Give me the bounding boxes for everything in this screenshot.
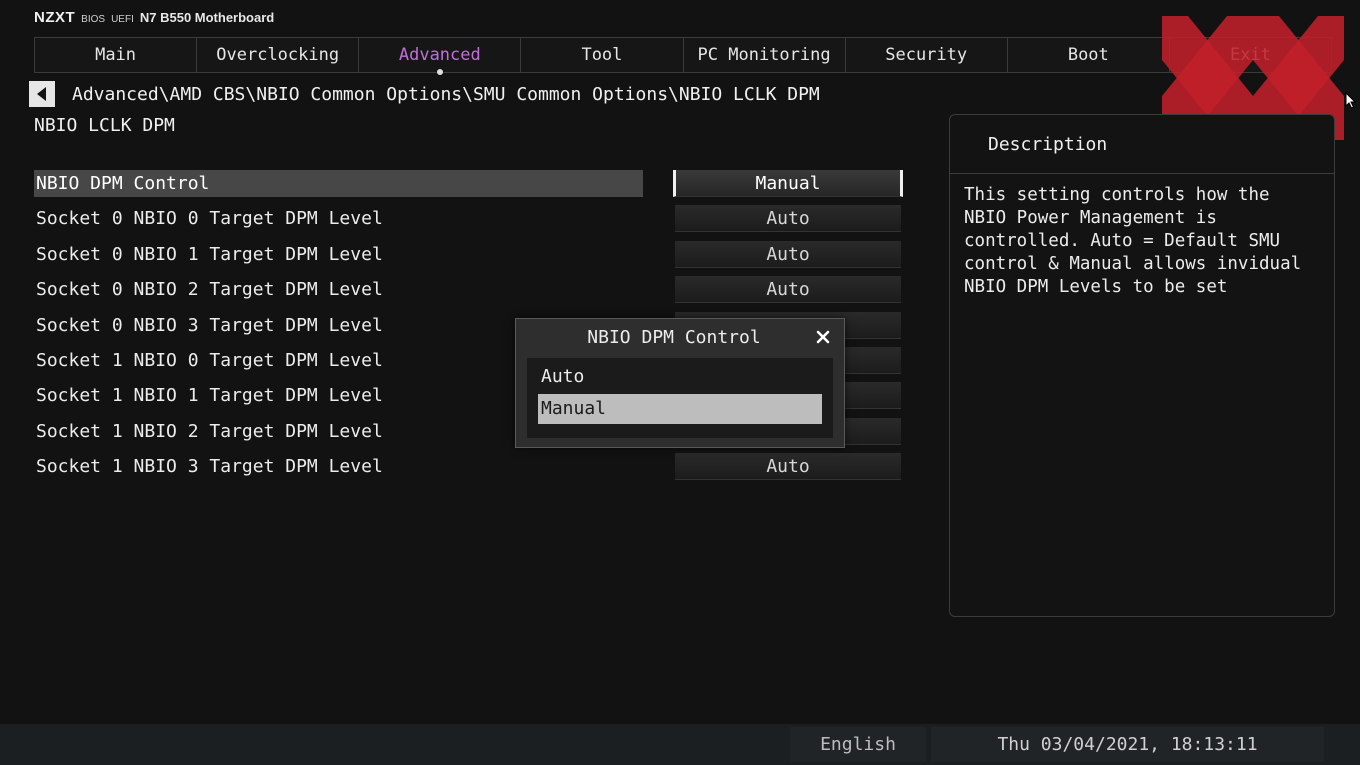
status-bar: English Thu 03/04/2021, 18:13:11 — [0, 724, 1360, 765]
description-title: Description — [950, 115, 1334, 174]
popup-option-manual[interactable]: Manual — [538, 394, 822, 424]
nzxt-logo: NZXT — [34, 9, 76, 26]
setting-value[interactable]: Auto — [675, 205, 901, 233]
bios-label: BIOS — [81, 14, 106, 25]
popup-title: NBIO DPM Control — [587, 327, 761, 348]
brand-header: NZXT BIOS UEFI N7 B550 Motherboard — [34, 9, 274, 29]
back-button[interactable] — [29, 81, 55, 107]
tab-exit[interactable]: Exit — [1170, 38, 1331, 72]
setting-row[interactable]: NBIO DPM Control Manual — [34, 170, 904, 205]
description-panel: Description This setting controls how th… — [949, 114, 1335, 617]
setting-row[interactable]: Socket 1 NBIO 3 Target DPM Level Auto — [34, 453, 904, 488]
main-tabs: Main Overclocking Advanced Tool PC Monit… — [34, 37, 1332, 75]
setting-row[interactable]: Socket 0 NBIO 1 Target DPM Level Auto — [34, 240, 904, 276]
tab-advanced[interactable]: Advanced — [359, 38, 522, 75]
mouse-cursor-icon — [1345, 92, 1357, 109]
breadcrumb: Advanced\AMD CBS\NBIO Common Options\SMU… — [72, 84, 820, 105]
date-time-display: Thu 03/04/2021, 18:13:11 — [931, 727, 1324, 762]
setting-label[interactable]: NBIO DPM Control — [34, 170, 643, 197]
description-text: This setting controls how the NBIO Power… — [964, 185, 1302, 297]
setting-value[interactable]: Auto — [675, 453, 901, 481]
tab-pc-monitoring[interactable]: PC Monitoring — [684, 38, 846, 72]
setting-value[interactable]: Manual — [673, 170, 903, 197]
setting-label[interactable]: Socket 0 NBIO 1 Target DPM Level — [34, 241, 643, 268]
popup-close-button[interactable] — [812, 326, 834, 348]
setting-label[interactable]: Socket 1 NBIO 3 Target DPM Level — [34, 453, 643, 480]
tab-main[interactable]: Main — [35, 38, 198, 72]
uefi-label: UEFI — [111, 14, 134, 25]
tab-overclocking[interactable]: Overclocking — [197, 38, 360, 72]
setting-row[interactable]: Socket 0 NBIO 0 Target DPM Level Auto — [34, 205, 904, 240]
motherboard-model: N7 B550 Motherboard — [139, 10, 275, 25]
tab-security[interactable]: Security — [846, 38, 1008, 72]
setting-value[interactable]: Auto — [675, 276, 901, 304]
popup-option-auto[interactable]: Auto — [538, 362, 822, 392]
close-icon — [816, 330, 830, 344]
page-title: NBIO LCLK DPM — [34, 115, 175, 136]
tab-boot[interactable]: Boot — [1008, 38, 1170, 72]
popup-option-list: Auto Manual — [527, 358, 833, 438]
setting-value[interactable]: Auto — [675, 240, 901, 268]
back-arrow-icon — [36, 87, 46, 101]
setting-row[interactable]: Socket 0 NBIO 2 Target DPM Level Auto — [34, 276, 904, 311]
option-popup: NBIO DPM Control Auto Manual — [515, 318, 845, 448]
setting-label[interactable]: Socket 0 NBIO 2 Target DPM Level — [34, 276, 643, 303]
tab-tool[interactable]: Tool — [521, 38, 684, 72]
setting-label[interactable]: Socket 0 NBIO 0 Target DPM Level — [34, 205, 643, 232]
language-selector[interactable]: English — [790, 727, 926, 762]
